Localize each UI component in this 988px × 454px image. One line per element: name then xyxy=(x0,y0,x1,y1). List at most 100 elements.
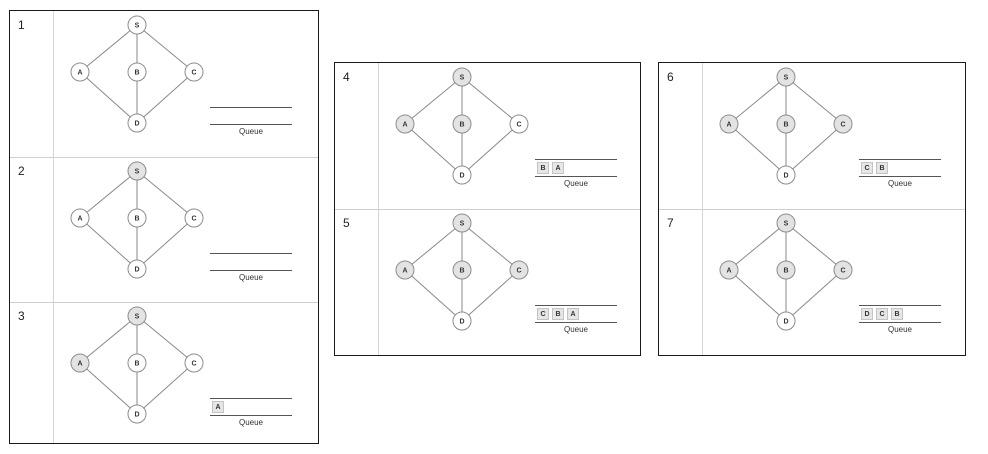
edge-s-c xyxy=(785,76,844,125)
node-s: S xyxy=(127,161,147,181)
queue-item: C xyxy=(861,162,873,174)
node-label: C xyxy=(516,268,521,275)
queue-top-line xyxy=(535,305,617,306)
edge-s-a xyxy=(79,315,138,364)
edge-s-a xyxy=(79,170,138,219)
edge-a-d xyxy=(79,362,138,415)
node-label: S xyxy=(460,221,465,228)
node-label: A xyxy=(77,216,82,223)
node-d: D xyxy=(452,311,472,331)
node-b: B xyxy=(127,353,147,373)
queue-item: D xyxy=(861,308,873,320)
edge-s-a xyxy=(404,76,463,125)
queue-item: A xyxy=(567,308,579,320)
step-1: 1 S A B C D Queue xyxy=(10,11,318,158)
node-label: D xyxy=(459,319,464,326)
node-d: D xyxy=(776,311,796,331)
node-a: A xyxy=(395,260,415,280)
node-label: B xyxy=(783,268,788,275)
node-c: C xyxy=(833,114,853,134)
panel-steps-6-7: 6 S A B C D C B Queue 7 S A B C D D C B Queue xyxy=(658,62,966,356)
queue: D C B Queue xyxy=(859,305,941,339)
edge-a-d xyxy=(79,71,138,124)
edge-s-a xyxy=(728,76,787,125)
queue-label: Queue xyxy=(238,418,264,427)
queue: C B Queue xyxy=(859,159,941,193)
edge-a-d xyxy=(79,217,138,270)
node-label: C xyxy=(516,122,521,129)
node-c: C xyxy=(509,260,529,280)
edge-a-d xyxy=(728,269,787,322)
node-label: S xyxy=(784,75,789,82)
queue-bottom-line xyxy=(859,322,941,323)
node-a: A xyxy=(395,114,415,134)
queue-items: CBA xyxy=(537,308,579,320)
edge-s-c xyxy=(461,222,520,271)
node-d: D xyxy=(127,113,147,133)
node-b: B xyxy=(452,114,472,134)
node-label: C xyxy=(191,361,196,368)
edge-c-d xyxy=(136,71,195,124)
step-number: 6 xyxy=(667,70,674,84)
queue-top-line xyxy=(535,159,617,160)
queue-bottom-line xyxy=(859,176,941,177)
node-label: B xyxy=(459,122,464,129)
edge-c-d xyxy=(136,217,195,270)
node-label: S xyxy=(135,314,140,321)
queue-item: B xyxy=(876,162,888,174)
queue-label: Queue xyxy=(238,127,264,136)
node-label: A xyxy=(402,122,407,129)
queue-label: Queue xyxy=(563,325,589,334)
node-label: A xyxy=(77,70,82,77)
step-6: 6 S A B C D C B Queue xyxy=(659,63,965,210)
queue-top-line xyxy=(859,305,941,306)
queue-label: Queue xyxy=(563,179,589,188)
node-d: D xyxy=(127,404,147,424)
panel-steps-1-3: 1 S A B C D Queue 2 S A B C D Queue 3 S A B C D A Queue xyxy=(9,10,319,444)
step-7: 7 S A B C D D C B Queue xyxy=(659,209,965,357)
node-c: C xyxy=(833,260,853,280)
edge-s-c xyxy=(461,76,520,125)
bfs-graph: S A B C D xyxy=(719,67,853,185)
queue-bottom-line xyxy=(210,270,292,271)
node-b: B xyxy=(127,62,147,82)
edge-c-d xyxy=(136,362,195,415)
edge-s-a xyxy=(79,24,138,73)
queue-item: B xyxy=(552,308,564,320)
edge-s-c xyxy=(785,222,844,271)
bfs-graph: S A B C D xyxy=(719,213,853,331)
node-a: A xyxy=(70,208,90,228)
step-3: 3 S A B C D A Queue xyxy=(10,302,318,445)
queue-top-line xyxy=(859,159,941,160)
step-5: 5 S A B C D C B A Queue xyxy=(335,209,640,357)
node-label: D xyxy=(783,173,788,180)
node-label: D xyxy=(134,267,139,274)
node-a: A xyxy=(719,114,739,134)
queue-item: A xyxy=(212,401,224,413)
node-label: A xyxy=(726,122,731,129)
node-label: B xyxy=(134,216,139,223)
edge-a-d xyxy=(404,269,463,322)
node-a: A xyxy=(70,62,90,82)
node-s: S xyxy=(127,15,147,35)
edge-c-d xyxy=(461,269,520,322)
queue-item: C xyxy=(537,308,549,320)
queue: A Queue xyxy=(210,398,292,432)
queue-items: DCB xyxy=(861,308,903,320)
node-c: C xyxy=(184,208,204,228)
queue: C B A Queue xyxy=(535,305,617,339)
node-label: B xyxy=(134,361,139,368)
edge-a-d xyxy=(404,123,463,176)
node-b: B xyxy=(127,208,147,228)
step-number: 4 xyxy=(343,70,350,84)
queue-item: B xyxy=(891,308,903,320)
node-a: A xyxy=(70,353,90,373)
queue-top-line xyxy=(210,253,292,254)
edge-c-d xyxy=(785,123,844,176)
node-c: C xyxy=(509,114,529,134)
step-number: 1 xyxy=(18,18,25,32)
queue-bottom-line xyxy=(210,415,292,416)
node-label: S xyxy=(784,221,789,228)
queue-bottom-line xyxy=(210,124,292,125)
node-label: D xyxy=(134,121,139,128)
